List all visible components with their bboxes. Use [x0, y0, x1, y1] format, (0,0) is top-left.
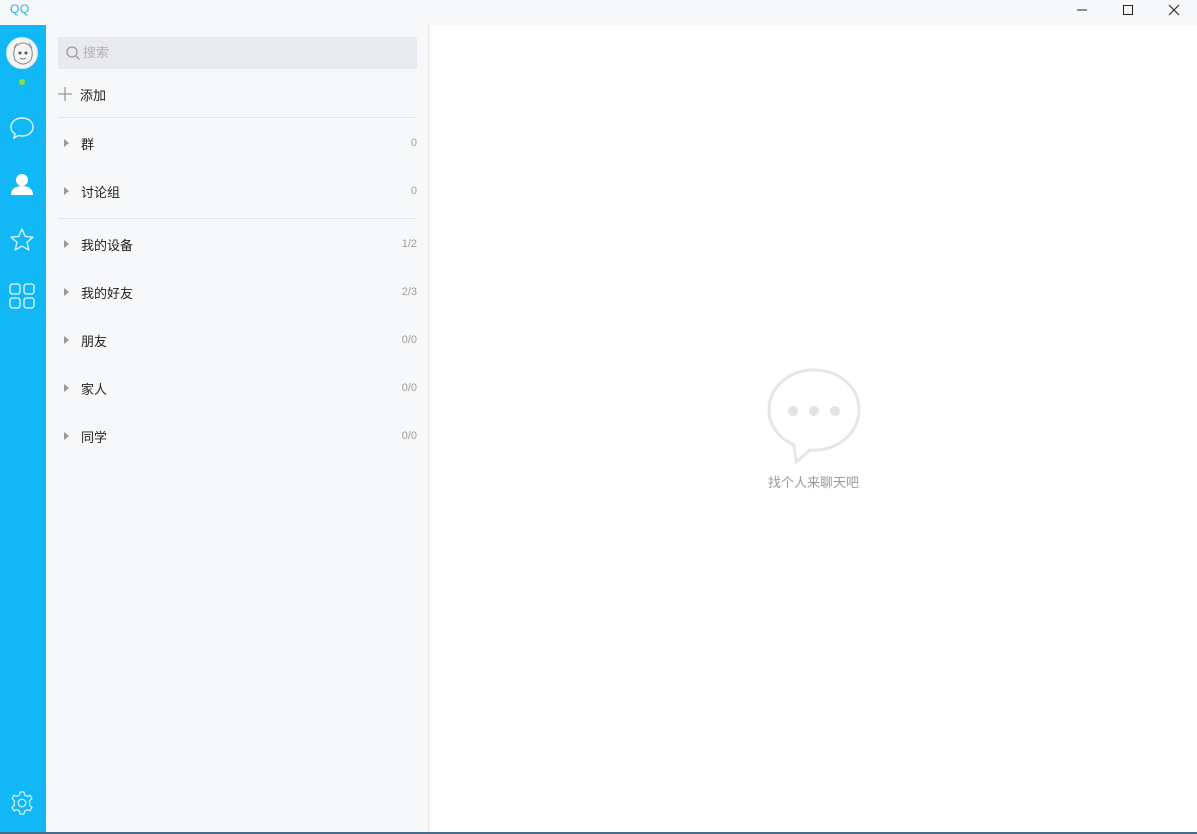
expand-caret-icon	[64, 139, 69, 147]
contact-list-panel: 添加 群 0 讨论组 0 我的设备 1/2 我的好友 2/3 朋友 0/0	[46, 25, 429, 832]
divider	[58, 218, 417, 219]
group-count: 1/2	[401, 238, 417, 250]
group-row-friends[interactable]: 朋友 0/0	[58, 328, 417, 352]
group-row-family[interactable]: 家人 0/0	[58, 376, 417, 400]
settings-gear-icon[interactable]	[9, 790, 35, 816]
title-bar: QQ	[0, 0, 1197, 25]
star-icon[interactable]	[9, 227, 35, 253]
group-label: 同学	[81, 430, 108, 446]
apps-grid-icon[interactable]	[9, 283, 35, 309]
online-status-dot[interactable]	[19, 79, 25, 85]
group-row-qun[interactable]: 群 0	[58, 131, 417, 155]
group-row-my-friends[interactable]: 我的好友 2/3	[58, 280, 417, 304]
avatar-image	[7, 38, 37, 68]
group-count: 0/0	[401, 382, 417, 394]
empty-state-text: 找个人来聊天吧	[767, 476, 859, 491]
search-box[interactable]	[58, 37, 417, 69]
close-button[interactable]	[1151, 0, 1197, 20]
maximize-icon	[1123, 5, 1133, 15]
group-count: 0	[410, 185, 417, 197]
add-label: 添加	[80, 88, 107, 104]
group-row-classmates[interactable]: 同学 0/0	[58, 424, 417, 448]
group-label: 我的好友	[81, 286, 134, 302]
avatar[interactable]	[6, 37, 38, 69]
add-button[interactable]: 添加	[58, 83, 106, 105]
search-icon	[66, 46, 80, 60]
group-count: 0	[410, 137, 417, 149]
group-label: 家人	[81, 382, 108, 398]
empty-chat-bubble-icon	[767, 368, 861, 464]
plus-icon	[58, 87, 72, 101]
chat-bubble-icon[interactable]	[9, 115, 35, 141]
group-label: 朋友	[81, 334, 108, 350]
contacts-icon[interactable]	[9, 171, 35, 197]
close-icon	[1168, 4, 1180, 16]
group-label: 我的设备	[81, 238, 134, 254]
group-count: 0/0	[401, 430, 417, 442]
group-count: 0/0	[401, 334, 417, 346]
minimize-button[interactable]	[1059, 0, 1105, 20]
group-row-my-devices[interactable]: 我的设备 1/2	[58, 232, 417, 256]
group-label: 群	[81, 137, 95, 153]
qq-window: QQ 搜索 添加 群 0 讨论组 0 我的设备 1/2 我的好友 2/3 朋友 …	[0, 0, 1197, 834]
expand-caret-icon	[64, 432, 69, 440]
app-title: QQ	[10, 2, 30, 16]
group-label: 讨论组	[81, 185, 121, 201]
chat-main-area: 找个人来聊天吧	[430, 25, 1197, 832]
group-row-discussion[interactable]: 讨论组 0	[58, 179, 417, 203]
expand-caret-icon	[64, 336, 69, 344]
expand-caret-icon	[64, 288, 69, 296]
maximize-button[interactable]	[1105, 0, 1151, 20]
expand-caret-icon	[64, 187, 69, 195]
group-count: 2/3	[401, 286, 417, 298]
expand-caret-icon	[64, 240, 69, 248]
minimize-icon	[1077, 9, 1087, 11]
nav-bar	[0, 25, 46, 832]
divider	[58, 117, 417, 118]
search-input[interactable]	[83, 45, 403, 61]
expand-caret-icon	[64, 384, 69, 392]
